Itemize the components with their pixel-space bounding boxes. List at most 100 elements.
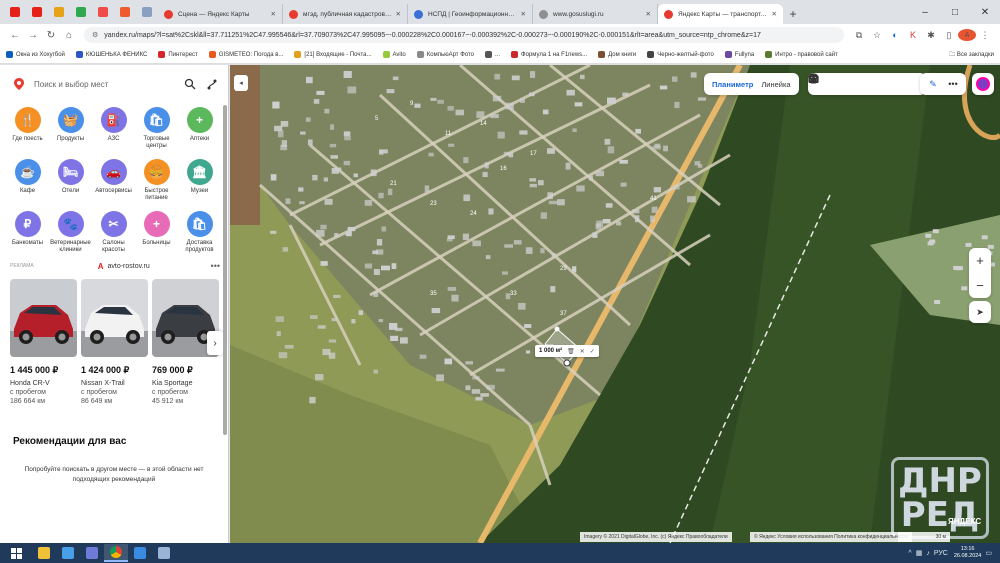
home-button[interactable]: ⌂	[60, 30, 78, 41]
bookmark-item[interactable]: Дом книги	[598, 51, 636, 58]
search-input[interactable]: Поиск и выбор мест	[34, 80, 184, 89]
tab-close-icon[interactable]: ✕	[646, 10, 651, 18]
maximize-button[interactable]: □	[940, 0, 970, 24]
close-measurement-icon[interactable]: ✕	[580, 348, 585, 355]
new-tab-button[interactable]: +	[783, 4, 803, 24]
network-icon[interactable]: ▦	[916, 549, 923, 557]
start-button[interactable]	[6, 545, 26, 561]
bookmark-item[interactable]: КомпьюАрт Фото	[416, 51, 474, 58]
planimeter-tab[interactable]: Планиметр	[708, 80, 757, 89]
route-icon[interactable]	[206, 78, 218, 90]
bookmark-item[interactable]: GISMETEO: Погода в...	[208, 51, 283, 58]
address-bar[interactable]: ⚙ yandex.ru/maps/?l=sat%2Cskl&ll=37.7112…	[84, 27, 844, 43]
carousel-next-button[interactable]: ›	[207, 331, 223, 355]
category-pharmacy-cross[interactable]: + Аптеки	[178, 107, 221, 155]
ad-car-card[interactable]: 1 424 000 ₽ Nissan X-Trail с пробегом 86 64…	[81, 279, 148, 406]
all-bookmarks-button[interactable]: 🗀 Все закладки	[943, 50, 994, 60]
taskbar-app[interactable]	[32, 544, 56, 562]
ad-car-card[interactable]: 1 445 000 ₽ Honda CR-V с пробегом 186 664 к…	[10, 279, 77, 406]
category-museum[interactable]: 🏛 Музеи	[178, 159, 221, 207]
bookmark-star-icon[interactable]: ☆	[868, 30, 886, 41]
category-scissors[interactable]: ✂ Салоны красоты	[92, 211, 135, 259]
taskbar-app[interactable]	[152, 544, 176, 562]
tray-arrow-icon[interactable]: ^	[908, 550, 911, 557]
more-tools-button[interactable]: •••	[943, 79, 963, 89]
pinned-tab[interactable]	[70, 0, 92, 24]
sidepanel-icon[interactable]: ▯	[940, 30, 958, 41]
sidebar-scrollbar[interactable]	[223, 105, 227, 435]
category-ruble[interactable]: ₽ Банкоматы	[6, 211, 49, 259]
satellite-imagery[interactable]: 59111416172123242933353741	[230, 65, 1000, 543]
bookmark-item[interactable]: КЮШЕНЬКА ФЕНИКС	[75, 51, 147, 58]
notifications-icon[interactable]: ▭	[985, 549, 992, 557]
minimize-button[interactable]: –	[910, 0, 940, 24]
browser-menu-icon[interactable]: ⋮	[976, 30, 994, 41]
bookmark-item[interactable]: Формула 1 на F1news...	[511, 51, 587, 58]
search-icon[interactable]	[184, 78, 196, 90]
taskbar-app[interactable]	[128, 544, 152, 562]
browser-tab[interactable]: Яндекс Карты — транспорт, навигация ✕	[658, 4, 783, 24]
zoom-in-button[interactable]: +	[969, 248, 991, 273]
forward-button[interactable]: →	[24, 30, 42, 41]
close-window-button[interactable]: ✕	[970, 0, 1000, 24]
tab-close-icon[interactable]: ✕	[396, 10, 401, 18]
zoom-out-button[interactable]: −	[969, 273, 991, 298]
tab-close-icon[interactable]: ✕	[772, 10, 777, 18]
browser-tab[interactable]: Сцена — Яндекс Карты ✕	[158, 4, 283, 24]
bookmark-item[interactable]: Fullyna	[724, 51, 754, 58]
category-car-service[interactable]: 🚗 Автосервисы	[92, 159, 135, 207]
tab-close-icon[interactable]: ✕	[271, 10, 276, 18]
category-shopping-bag[interactable]: 🛍 Торговые центры	[135, 107, 178, 155]
ad-more-button[interactable]: •••	[211, 261, 220, 271]
bookmark-item[interactable]: ...	[485, 51, 500, 58]
pinned-tab[interactable]	[136, 0, 158, 24]
collapse-sidebar-button[interactable]: ◂	[234, 75, 248, 91]
back-button[interactable]: ←	[6, 30, 24, 41]
ad-source[interactable]: Aavto-rostov.ru	[98, 262, 150, 271]
category-fork-knife[interactable]: 🍴 Где поесть	[6, 107, 49, 155]
volume-icon[interactable]: ♪	[926, 550, 930, 557]
site-info-icon[interactable]: ⚙	[92, 31, 98, 39]
category-delivery-bag[interactable]: 🛍 Доставка продуктов	[178, 211, 221, 259]
bookmark-item[interactable]: Окна из Хохугбой	[6, 51, 65, 58]
pinned-tab[interactable]	[92, 0, 114, 24]
my-location-button[interactable]: ➤	[969, 301, 991, 323]
browser-tab[interactable]: мгэд, публичная кадастровая карта ✕	[283, 4, 408, 24]
bookmark-item[interactable]: Пинтерест	[158, 51, 198, 58]
category-paw[interactable]: 🐾 Ветеринарные клиники	[49, 211, 92, 259]
language-indicator[interactable]: РУС	[934, 550, 948, 557]
bookmark-item[interactable]: Черно-желтый-фото	[647, 51, 714, 58]
taskbar-clock[interactable]: 13:16 26.08.2024	[954, 546, 982, 560]
tab-close-icon[interactable]: ✕	[521, 10, 526, 18]
browser-tab[interactable]: НСПД | Геоинформационный портал ✕	[408, 4, 533, 24]
bookmark-item[interactable]: Avito	[382, 51, 406, 58]
confirm-measurement-icon[interactable]: ✓	[590, 348, 595, 355]
category-fuel[interactable]: ⛽ АЗС	[92, 107, 135, 155]
pinned-tab[interactable]	[114, 0, 136, 24]
category-hospital-cross[interactable]: + Больницы	[135, 211, 178, 259]
extensions-puzzle-icon[interactable]: ✱	[922, 30, 940, 41]
car-photo[interactable]	[10, 279, 77, 357]
search-bar[interactable]: Поиск и выбор мест	[8, 73, 222, 95]
terms-links[interactable]: © Яндекс Условия использования Политика …	[750, 532, 912, 542]
profile-avatar[interactable]: А	[958, 29, 976, 41]
satellite-map[interactable]: 5 9 11 14 16 17 21 23 24 29 33 35 37 41 ◂ Планиметр Л…	[230, 65, 1000, 543]
extension-icon[interactable]: ◐	[886, 30, 904, 40]
category-basket[interactable]: 🧺 Продукты	[49, 107, 92, 155]
ruler-tab[interactable]: Линейка	[757, 80, 794, 89]
pinned-tab[interactable]	[48, 0, 70, 24]
taskbar-app[interactable]	[80, 544, 104, 562]
bookmark-item[interactable]: Интро - правовой сайт	[765, 51, 838, 58]
pinned-tab[interactable]	[26, 0, 48, 24]
taskbar-app[interactable]	[104, 544, 128, 562]
install-app-icon[interactable]: ⧉	[850, 30, 868, 41]
user-profile-button[interactable]	[972, 73, 994, 95]
browser-tab[interactable]: www.gosuslugi.ru ✕	[533, 4, 658, 24]
kinopoisk-extension-icon[interactable]: K	[904, 30, 922, 40]
area-measurement-label[interactable]: 1 000 м² 🗑 ✕ ✓	[535, 345, 599, 357]
reload-button[interactable]: ↻	[42, 30, 60, 41]
delete-measurement-icon[interactable]: 🗑	[567, 348, 575, 355]
car-photo[interactable]	[81, 279, 148, 357]
imagery-copyright[interactable]: Imagery © 2021 DigitalGlobe, Inc. (c) Ян…	[580, 532, 732, 542]
bookmark-item[interactable]: [21] Входящие - Почта...	[294, 51, 372, 58]
